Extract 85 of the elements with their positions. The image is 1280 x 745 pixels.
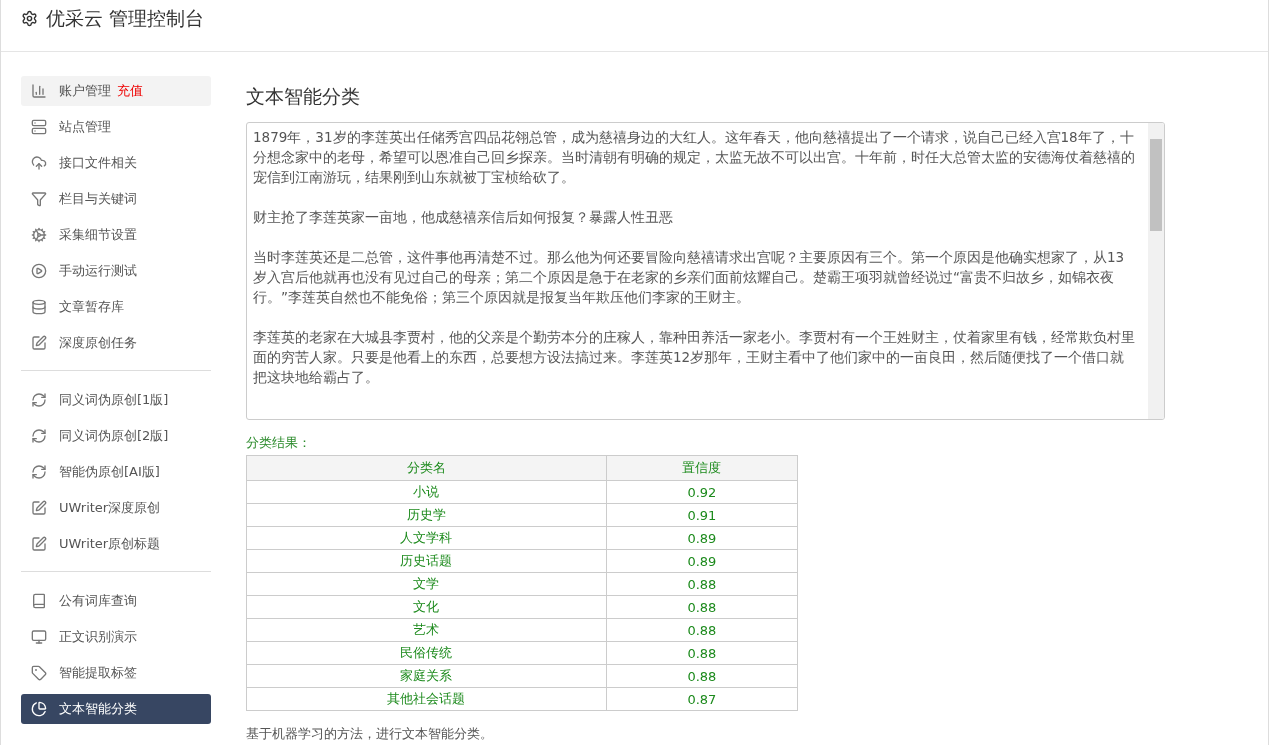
sidebar-item[interactable]: 采集细节设置 [21,220,211,250]
menu-label: UWriter深度原创 [59,499,161,517]
menu-label: 站点管理 [59,118,111,136]
article-paragraph: 财主抢了李莲英家一亩地，他成慈禧亲信后如何报复？暴露人性丑恶 [253,208,674,227]
table-cell: 0.92 [606,480,798,504]
table-cell: 0.87 [606,687,798,711]
sidebar-item[interactable]: 深度原创任务 [21,328,211,358]
scrollbar[interactable] [1148,123,1164,419]
table-cell: 文学 [246,572,607,596]
server-icon [31,119,47,135]
menu-label: 智能伪原创[AI版] [59,463,160,481]
column-header: 置信度 [606,455,798,481]
article-paragraph: 李莲英的老家在大城县李贾村，他的父亲是个勤劳本分的庄稼人，靠种田养活一家老小。李贾村有一个王姓财主，仗着家里有钱，经常欺负村里面的穷苦人家。只要是他看上的东西，总要想方设法搞过来。李莲英12岁那年，王财主看中了他们家中的一亩良田，然后随便找了一个借口就把这块地给霸占了。 [253,328,1136,387]
sidebar-item[interactable]: UWriter原创标题 [21,529,211,559]
column-header: 分类名 [246,455,607,481]
refresh-icon [31,392,47,408]
table-cell: 0.88 [606,595,798,619]
book-icon [31,593,47,609]
sidebar-item[interactable]: 正文识别演示 [21,622,211,652]
gear-icon [31,227,47,243]
table-cell: 0.91 [606,503,798,527]
sidebar-item[interactable]: 公有词库查询 [21,586,211,616]
menu-label: 深度原创任务 [59,334,137,352]
database-icon [31,299,47,315]
sidebar-item[interactable]: 账户管理 充值 [21,76,211,106]
table-cell: 0.89 [606,549,798,573]
menu-label: 智能提取标签 [59,664,137,682]
sidebar-item[interactable]: 文章暂存库 [21,292,211,322]
table-cell: 小说 [246,480,607,504]
menu-label: 同义词伪原创[1版] [59,391,169,409]
menu-label: 公有词库查询 [59,592,137,610]
result-label: 分类结果： [246,434,312,452]
recharge-link[interactable]: 充值 [117,82,143,100]
table-cell: 文化 [246,595,607,619]
article-paragraph: 1879年，31岁的李莲英出任储秀宫四品花翎总管，成为慈禧身边的大红人。这年春天，他向慈禧提出了一个请求，说自己已经入宫18年了，十分想念家中的老母，希望可以恩准自己回乡探亲。当时清朝有明确的规定，太监无故不可以出宫。十年前，时任大总管太监的安德海仗着慈禧的宠信到江南游玩，结果刚到山东就被丁宝桢给砍了。 [253,128,1136,187]
menu-label: 同义词伪原创[2版] [59,427,169,445]
page-title: 文本智能分类 [246,84,361,109]
refresh-icon [31,428,47,444]
pie-chart-icon [31,701,47,717]
table-cell: 0.88 [606,572,798,596]
menu-label: 栏目与关键词 [59,190,137,208]
menu-label: 账户管理 [59,82,111,100]
filter-icon [31,191,47,207]
bar-chart-icon [31,83,47,99]
table-cell: 0.88 [606,664,798,688]
settings-icon [21,10,38,27]
menu-label: 手动运行测试 [59,262,137,280]
sidebar-item[interactable]: UWriter深度原创 [21,493,211,523]
refresh-icon [31,464,47,480]
table-cell: 民俗传统 [246,641,607,665]
menu-label: UWriter原创标题 [59,535,161,553]
sidebar-item[interactable]: 智能伪原创[AI版] [21,457,211,487]
table-cell: 0.88 [606,641,798,665]
edit-icon [31,536,47,552]
article-paragraph: 当时李莲英还是二总管，这件事他再清楚不过。那么他为何还要冒险向慈禧请求出宫呢？主要原因有三个。第一个原因是他确实想家了，从13岁入宫后他就再也没有见过自己的母亲；第二个原因是急于在老家的乡亲们面前炫耀自己。楚霸王项羽就曾经说过“富贵不归故乡，如锦衣夜行。”李莲英自然也不能免俗；第三个原因就是报复当年欺压他们李家的王财主。 [253,248,1126,307]
table-cell: 历史学 [246,503,607,527]
menu-label: 文章暂存库 [59,298,124,316]
play-icon [31,263,47,279]
sidebar-item[interactable]: 栏目与关键词 [21,184,211,214]
sidebar-item[interactable]: 手动运行测试 [21,256,211,286]
table-cell: 0.88 [606,618,798,642]
cloud-upload-icon [31,155,47,171]
menu-label: 接口文件相关 [59,154,137,172]
sidebar-item[interactable]: 同义词伪原创[2版] [21,421,211,451]
table-cell: 0.89 [606,526,798,550]
menu-label: 文本智能分类 [59,700,137,718]
table-cell: 其他社会话题 [246,687,607,711]
sidebar-item[interactable]: 同义词伪原创[1版] [21,385,211,415]
monitor-icon [31,629,47,645]
tag-icon [31,665,47,681]
table-cell: 人文学科 [246,526,607,550]
table-cell: 家庭关系 [246,664,607,688]
edit-icon [31,335,47,351]
menu-label: 正文识别演示 [59,628,137,646]
sidebar-item[interactable]: 接口文件相关 [21,148,211,178]
table-cell: 艺术 [246,618,607,642]
edit-icon [31,500,47,516]
menu-label: 采集细节设置 [59,226,137,244]
console-title: 优采云 管理控制台 [46,5,205,31]
sidebar-item[interactable]: 站点管理 [21,112,211,142]
table-cell: 历史话题 [246,549,607,573]
text-area[interactable] [246,122,1165,420]
sidebar-item[interactable]: 文本智能分类 [21,694,211,724]
description-text: 基于机器学习的方法，进行文本智能分类。 [246,725,494,743]
sidebar-item[interactable]: 智能提取标签 [21,658,211,688]
